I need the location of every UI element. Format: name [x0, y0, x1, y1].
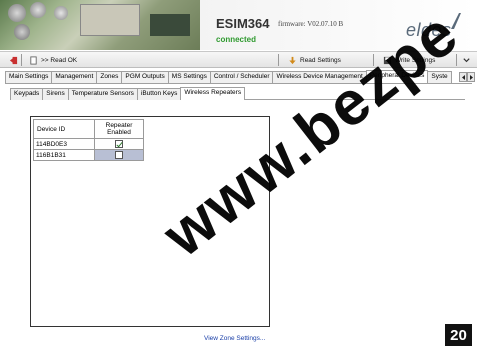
arrow-right-icon [469, 74, 473, 80]
column-header-repeater-enabled[interactable]: Repeater Enabled [94, 119, 144, 139]
read-settings-button[interactable]: Read Settings [288, 54, 341, 66]
disconnect-button[interactable] [9, 54, 18, 66]
device-id-cell[interactable]: 114BD0E3 [33, 138, 95, 150]
connection-status: connected [216, 35, 257, 44]
device-model: ESIM364 [216, 16, 270, 31]
arrow-left-icon [461, 74, 465, 80]
read-ok-status: >> Read OK [29, 54, 77, 66]
tab-scroll-right-button[interactable] [467, 72, 475, 82]
subtab-wireless-repeaters[interactable]: Wireless Repeaters [180, 87, 246, 100]
sub-tab-strip: Keypads Sirens Temperature Sensors iButt… [10, 87, 246, 100]
view-zone-settings-link[interactable]: View Zone Settings... [204, 335, 265, 342]
repeater-enabled-checkbox[interactable] [115, 140, 123, 148]
column-header-device-id[interactable]: Device ID [33, 119, 95, 139]
repeater-enabled-checkbox[interactable] [115, 151, 123, 159]
tab-main-settings[interactable]: Main Settings [5, 71, 53, 83]
table-row[interactable]: 116B1B31 [33, 149, 144, 161]
read-settings-label: Read Settings [300, 56, 341, 64]
tab-management[interactable]: Management [51, 71, 98, 83]
firmware-version: firmware: V02.07.10 B [278, 20, 344, 28]
tab-ms-settings[interactable]: MS Settings [167, 71, 211, 83]
device-id-cell[interactable]: 116B1B31 [33, 149, 95, 161]
device-board-photo [0, 0, 200, 50]
table-row[interactable]: 114BD0E3 [33, 138, 144, 150]
subtab-keypads[interactable]: Keypads [10, 88, 44, 100]
disconnect-icon [9, 56, 18, 64]
tab-control-scheduler[interactable]: Control / Scheduler [209, 71, 274, 83]
repeater-table: Device ID Repeater Enabled 114BD0E3 116B… [33, 119, 144, 161]
tab-scroll-left-button[interactable] [459, 72, 467, 82]
subtab-sirens[interactable]: Sirens [42, 88, 69, 100]
download-arrow-icon [289, 56, 296, 64]
tab-scroll-buttons [459, 72, 475, 82]
tab-zones[interactable]: Zones [96, 71, 123, 83]
repeater-enabled-cell[interactable] [94, 149, 144, 161]
subtab-ibutton-keys[interactable]: iButton Keys [136, 88, 182, 100]
read-ok-label: >> Read OK [41, 56, 78, 64]
repeater-enabled-cell[interactable] [94, 138, 144, 150]
page-number-badge: 20 [445, 324, 472, 346]
subtab-temperature-sensors[interactable]: Temperature Sensors [67, 88, 138, 100]
document-icon [30, 55, 37, 65]
tab-pgm-outputs[interactable]: PGM Outputs [121, 71, 169, 83]
